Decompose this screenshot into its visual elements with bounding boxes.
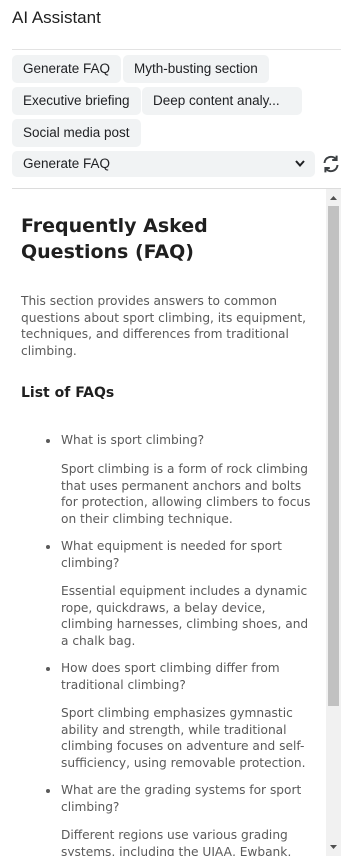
generated-content[interactable]: Frequently Asked Questions (FAQ) This se… <box>12 189 326 856</box>
refresh-button[interactable] <box>319 152 343 176</box>
document-intro: This section provides answers to common … <box>21 294 307 358</box>
faq-list-heading: List of FAQs <box>21 385 115 401</box>
scroll-thumb[interactable] <box>328 206 339 706</box>
faq-question: What is sport climbing? <box>61 433 205 447</box>
bullet <box>46 439 50 443</box>
chip-deep-content-analysis-label: Deep content analy... <box>153 93 280 108</box>
chip-executive-briefing[interactable]: Executive briefing <box>12 87 141 115</box>
bullet <box>46 545 50 549</box>
bullet <box>46 789 50 793</box>
document-title: Frequently Asked Questions (FAQ) <box>21 215 208 263</box>
prompt-select-value: Generate FAQ <box>23 156 111 171</box>
content-scrollbar[interactable] <box>326 189 341 856</box>
scroll-up-arrow-icon[interactable] <box>326 193 341 203</box>
chevron-down-icon <box>294 151 306 186</box>
faq-question: How does sport climbing differ from trad… <box>61 661 280 692</box>
chip-deep-content-analysis[interactable]: Deep content analy... <box>142 87 302 115</box>
faq-question: What equipment is needed for sport climb… <box>61 539 282 570</box>
chip-myth-busting[interactable]: Myth-busting section <box>123 55 269 83</box>
bullet <box>46 667 50 671</box>
faq-question: What are the grading systems for sport c… <box>61 783 302 814</box>
prompt-select[interactable]: Generate FAQ <box>12 151 315 177</box>
chip-social-media-post[interactable]: Social media post <box>12 119 141 147</box>
faq-answer: Sport climbing emphasizes gymnastic abil… <box>61 706 306 770</box>
chip-generate-faq[interactable]: Generate FAQ <box>12 55 122 83</box>
scroll-down-arrow-icon[interactable] <box>326 842 341 852</box>
page-title: AI Assistant <box>12 8 101 27</box>
refresh-icon <box>323 155 339 173</box>
header-divider <box>12 49 341 50</box>
faq-answer: Sport climbing is a form of rock climbin… <box>61 462 311 526</box>
faq-answer: Essential equipment includes a dynamic r… <box>61 584 309 648</box>
faq-answer: Different regions use various grading sy… <box>61 828 292 856</box>
